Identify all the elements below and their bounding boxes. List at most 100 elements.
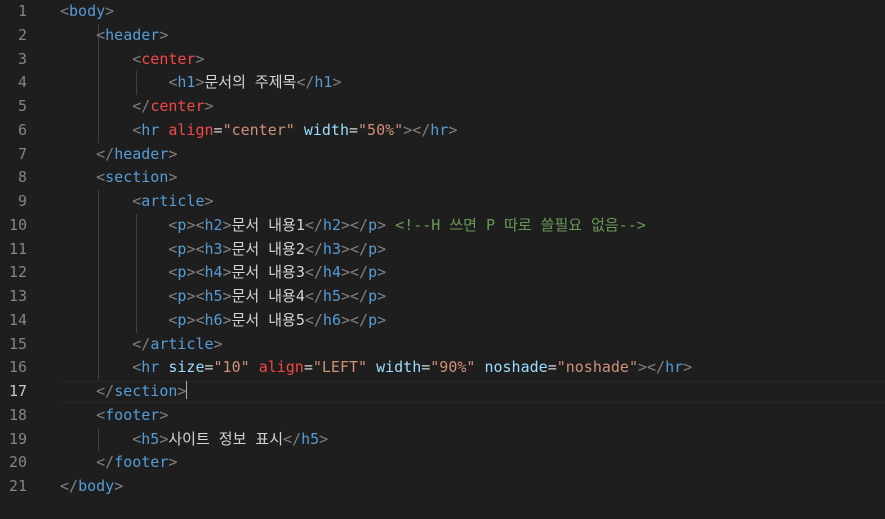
- line-number: 11: [8, 239, 27, 258]
- code-token: h3: [204, 239, 223, 258]
- code-token: section: [114, 382, 178, 400]
- code-token: =: [421, 358, 431, 377]
- code-text[interactable]: </article>: [60, 333, 222, 357]
- code-text[interactable]: <p><h6>문서 내용5</h6></p>: [60, 309, 386, 333]
- code-text[interactable]: <h5>사이트 정보 표시</h5>: [60, 428, 328, 452]
- code-line[interactable]: 18 <footer>: [0, 404, 885, 428]
- code-text[interactable]: <body>: [60, 0, 114, 24]
- code-token: >: [222, 287, 232, 305]
- code-line[interactable]: 16 <hr size="10" align="LEFT" width="90%…: [0, 356, 885, 380]
- code-token: <: [132, 120, 142, 139]
- code-text[interactable]: </center>: [60, 95, 213, 119]
- code-line[interactable]: 13 <p><h5>문서 내용4</h5></p>: [0, 285, 885, 309]
- code-editor[interactable]: 1 <body> 2 <header> 3 <center> 4 <h1>문서의 주제목…: [0, 0, 885, 519]
- code-line[interactable]: 10 <p><h2>문서 내용1</h2></p> <!--H 쓰면 P 따로 …: [0, 214, 885, 238]
- code-text[interactable]: </section>: [60, 380, 188, 404]
- code-text[interactable]: <p><h3>문서 내용2</h3></p>: [60, 238, 386, 262]
- code-token: =: [204, 358, 214, 377]
- code-token: p: [368, 215, 378, 234]
- code-line[interactable]: 4 <h1>문서의 주제목</h1>: [0, 71, 885, 95]
- code-text[interactable]: </footer>: [60, 451, 177, 475]
- code-token: <: [132, 429, 142, 448]
- code-line[interactable]: 19 <h5>사이트 정보 표시</h5>: [0, 428, 885, 452]
- code-token: h4: [204, 263, 223, 282]
- code-token: size: [168, 358, 205, 377]
- code-token: 문서 내용4: [231, 287, 305, 305]
- code-token: </: [296, 73, 315, 92]
- code-token: article: [141, 192, 205, 210]
- code-token: >: [105, 2, 115, 20]
- code-line[interactable]: 9 <article>: [0, 190, 885, 214]
- code-token: h5: [141, 429, 160, 448]
- code-text[interactable]: </body>: [60, 475, 123, 499]
- code-token: h5: [322, 287, 341, 305]
- code-token: >: [195, 49, 205, 68]
- code-token: article: [150, 334, 214, 353]
- code-line[interactable]: 11 <p><h3>문서 내용2</h3></p>: [0, 238, 885, 262]
- code-line[interactable]: 14 <p><h6>문서 내용5</h6></p>: [0, 309, 885, 333]
- code-token: >: [168, 453, 178, 472]
- code-token: hr: [141, 358, 160, 377]
- code-text[interactable]: <section>: [60, 166, 177, 190]
- line-number: 7: [17, 144, 27, 163]
- code-token: ></: [340, 263, 369, 282]
- code-token: p: [368, 310, 378, 329]
- text-cursor: [186, 381, 188, 399]
- code-line[interactable]: 2 <header>: [0, 24, 885, 48]
- code-text[interactable]: <header>: [60, 24, 168, 48]
- code-token: </: [96, 144, 115, 163]
- code-token: h6: [204, 310, 223, 329]
- code-token: 문서 내용1: [231, 215, 305, 234]
- code-token: "90%": [430, 358, 476, 377]
- code-token: ><: [186, 215, 205, 234]
- code-text[interactable]: <p><h4>문서 내용3</h4></p>: [60, 261, 386, 285]
- code-token: >: [377, 239, 387, 258]
- code-token: =: [213, 120, 223, 139]
- code-line[interactable]: 7 </header>: [0, 143, 885, 167]
- line-number: 14: [8, 310, 27, 329]
- code-token: </: [132, 97, 151, 115]
- code-text[interactable]: <hr align="center" width="50%"></hr>: [60, 119, 457, 143]
- code-token: hr: [430, 120, 449, 139]
- code-token: >: [377, 310, 387, 329]
- code-line[interactable]: 20 </footer>: [0, 451, 885, 475]
- code-text[interactable]: <footer>: [60, 404, 168, 428]
- code-token: body: [78, 477, 115, 495]
- code-line[interactable]: 8 <section>: [0, 166, 885, 190]
- line-number: 1: [17, 2, 27, 20]
- code-text[interactable]: <article>: [60, 190, 213, 214]
- code-token: 문서의 주제목: [204, 73, 297, 92]
- code-token: >: [683, 358, 693, 377]
- code-text[interactable]: <p><h5>문서 내용4</h5></p>: [60, 285, 386, 309]
- code-text[interactable]: <center>: [60, 48, 205, 72]
- code-token: >: [222, 263, 232, 282]
- code-text[interactable]: </header>: [60, 143, 177, 167]
- code-line[interactable]: 5 </center>: [0, 95, 885, 119]
- code-line[interactable]: 21 </body>: [0, 475, 885, 499]
- line-number: 3: [17, 49, 27, 68]
- code-token: >: [222, 239, 232, 258]
- code-line[interactable]: 6 <hr align="center" width="50%"></hr>: [0, 119, 885, 143]
- code-line[interactable]: 3 <center>: [0, 48, 885, 72]
- line-number: 6: [17, 120, 27, 139]
- code-text[interactable]: <h1>문서의 주제목</h1>: [60, 71, 342, 95]
- code-line[interactable]: 1 <body>: [0, 0, 885, 24]
- line-number: 21: [8, 477, 27, 495]
- code-token: >: [332, 73, 342, 92]
- code-text[interactable]: <hr size="10" align="LEFT" width="90%" n…: [60, 356, 692, 380]
- code-token: </: [60, 477, 79, 495]
- code-line[interactable]: 15 </article>: [0, 333, 885, 357]
- code-line[interactable]: 17 </section>: [0, 380, 885, 404]
- code-token: align: [168, 120, 214, 139]
- code-line[interactable]: 12 <p><h4>문서 내용3</h4></p>: [0, 261, 885, 285]
- code-token: </: [304, 287, 323, 305]
- code-token: body: [69, 2, 106, 20]
- code-text[interactable]: <p><h2>문서 내용1</h2></p> <!--H 쓰면 P 따로 쓸필요…: [60, 214, 645, 238]
